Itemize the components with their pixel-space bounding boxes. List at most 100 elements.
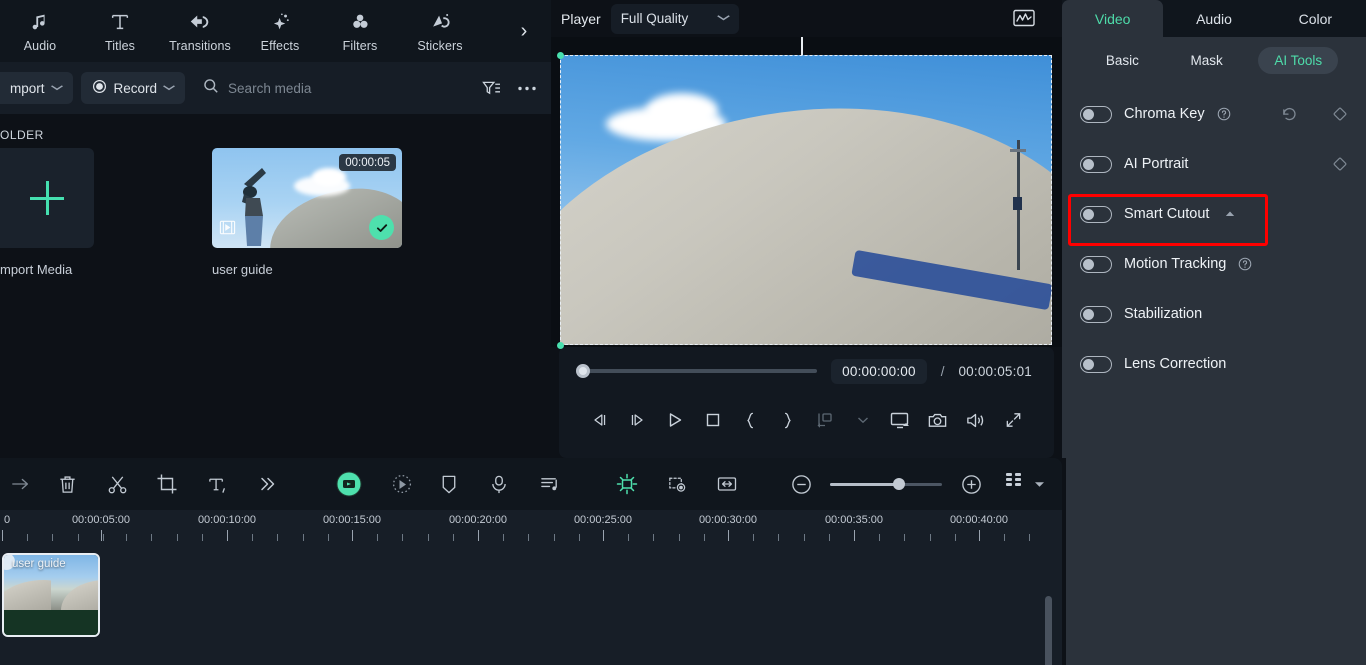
video-preview[interactable]: [560, 55, 1052, 345]
speed-button[interactable]: [374, 462, 424, 506]
tab-audio[interactable]: Audio: [1163, 0, 1264, 37]
preview-handle-top-left[interactable]: [557, 52, 564, 59]
ruler-tick-minor: [553, 534, 555, 541]
import-button[interactable]: mport: [0, 72, 73, 104]
media-library-panel: Audio Titles Transitions Effects Filters…: [0, 0, 551, 458]
delete-button[interactable]: [42, 462, 92, 506]
tool-actions: [1281, 106, 1348, 123]
subtab-mask[interactable]: Mask: [1174, 47, 1238, 74]
zoom-in-icon[interactable]: [950, 462, 992, 506]
smart-cutout-toggle[interactable]: [1080, 205, 1112, 223]
tool-actions: [1332, 156, 1348, 172]
total-timecode: 00:00:05:01: [958, 363, 1032, 379]
marker-button[interactable]: [652, 462, 702, 506]
fit-to-width-button[interactable]: [702, 462, 752, 506]
stabilization-toggle[interactable]: [1080, 305, 1112, 323]
timeline-tracks[interactable]: user guide: [0, 546, 1062, 665]
filter-sort-icon[interactable]: [482, 80, 501, 97]
ruler-tick-minor: [176, 534, 178, 541]
timeline-view-options[interactable]: [1005, 472, 1044, 496]
timeline-vertical-scrollbar[interactable]: [1045, 596, 1052, 665]
keyframe-icon[interactable]: [1332, 156, 1348, 172]
motion-tracking-toggle[interactable]: [1080, 255, 1112, 273]
grid-view-icon[interactable]: [1005, 472, 1025, 496]
nav-item-titles[interactable]: Titles: [80, 0, 160, 62]
fullscreen-button[interactable]: [994, 403, 1032, 437]
subtab-basic[interactable]: Basic: [1090, 47, 1155, 74]
clip-name: user guide: [12, 558, 66, 570]
nav-item-filters[interactable]: Filters: [320, 0, 400, 62]
ruler-tick-minor: [678, 534, 680, 541]
record-button[interactable]: Record: [80, 72, 186, 104]
next-frame-button[interactable]: [619, 403, 657, 437]
media-item-name: user guide: [212, 262, 273, 277]
stop-button[interactable]: [694, 403, 732, 437]
timeline-ruler[interactable]: 0 00:00:05:00 00:00:10:00 00:00:15:00 00…: [0, 510, 1062, 546]
crop-button[interactable]: [142, 462, 192, 506]
audio-detach-button[interactable]: [524, 462, 574, 506]
redo-button[interactable]: [0, 462, 42, 506]
snapshot-button[interactable]: [919, 403, 957, 437]
properties-panel: Video Audio Color Basic Mask AI Tools Ch…: [1062, 0, 1366, 665]
play-button[interactable]: [656, 403, 694, 437]
scrubber-track[interactable]: [576, 364, 818, 378]
search-icon: [203, 78, 219, 99]
quality-select[interactable]: Full Quality: [610, 3, 740, 34]
text-button[interactable]: [192, 462, 242, 506]
help-icon[interactable]: [1217, 107, 1231, 121]
prev-frame-button[interactable]: [581, 403, 619, 437]
caret-down-icon[interactable]: [1035, 475, 1044, 493]
current-timecode[interactable]: 00:00:00:00: [831, 358, 927, 384]
top-navigation-bar: Audio Titles Transitions Effects Filters…: [0, 0, 551, 62]
mark-in-button[interactable]: [731, 403, 769, 437]
scrubber-row: 00:00:00:00 / 00:00:05:01: [559, 347, 1054, 395]
tab-color[interactable]: Color: [1265, 0, 1366, 37]
nav-item-effects[interactable]: Effects: [240, 0, 320, 62]
reset-icon[interactable]: [1281, 106, 1298, 123]
keyframe-icon[interactable]: [1332, 106, 1348, 122]
display-settings-button[interactable]: [882, 403, 920, 437]
mark-out-button[interactable]: [769, 403, 807, 437]
expand-nav-chevron-icon[interactable]: ›: [507, 0, 541, 62]
more-tools-button[interactable]: [242, 462, 292, 506]
split-button[interactable]: [92, 462, 142, 506]
tool-row-smart-cutout[interactable]: Smart Cutout: [1062, 189, 1366, 239]
timeline-clip[interactable]: user guide: [2, 553, 100, 637]
waveform-scope-icon[interactable]: [1011, 5, 1037, 31]
nav-label: Transitions: [169, 38, 231, 53]
media-grid: mport Media 00:00:05 user guide: [0, 148, 551, 277]
zoom-out-icon[interactable]: [780, 462, 822, 506]
voice-button[interactable]: [474, 462, 524, 506]
zoom-track[interactable]: [830, 478, 942, 490]
help-icon[interactable]: [1238, 257, 1252, 271]
tool-label: Smart Cutout: [1124, 206, 1210, 222]
media-thumbnail[interactable]: 00:00:05: [212, 148, 402, 248]
nav-item-transitions[interactable]: Transitions: [160, 0, 240, 62]
subtab-ai-tools[interactable]: AI Tools: [1258, 47, 1339, 74]
media-toolbar: mport Record Search media: [0, 62, 551, 114]
ai-portrait-toggle[interactable]: [1080, 155, 1112, 173]
preview-handle-bottom-left[interactable]: [557, 342, 564, 349]
search-media-input[interactable]: Search media: [203, 78, 474, 99]
tab-video[interactable]: Video: [1062, 0, 1164, 37]
ruler-label: 00:00:30:00: [698, 514, 758, 526]
scrubber-handle[interactable]: [576, 364, 590, 378]
chroma-key-toggle[interactable]: [1080, 105, 1112, 123]
ai-smart-cutout-button[interactable]: [324, 462, 374, 506]
nav-item-stickers[interactable]: Stickers: [400, 0, 480, 62]
tool-label: Chroma Key: [1124, 106, 1205, 122]
more-options-icon[interactable]: [517, 85, 537, 92]
insert-to-timeline-button[interactable]: [806, 403, 844, 437]
zoom-handle[interactable]: [892, 478, 905, 490]
media-item[interactable]: 00:00:05 user guide: [212, 148, 402, 277]
mask-button[interactable]: [424, 462, 474, 506]
ruler-tick-minor: [151, 534, 153, 541]
lens-correction-toggle[interactable]: [1080, 355, 1112, 373]
chevron-up-icon[interactable]: [1225, 209, 1235, 219]
import-media-button[interactable]: [0, 148, 94, 248]
ruler-tick-major: [101, 530, 102, 541]
insert-dropdown-button[interactable]: [844, 403, 882, 437]
nav-item-audio[interactable]: Audio: [0, 0, 80, 62]
auto-enhance-button[interactable]: [602, 462, 652, 506]
volume-button[interactable]: [957, 403, 995, 437]
